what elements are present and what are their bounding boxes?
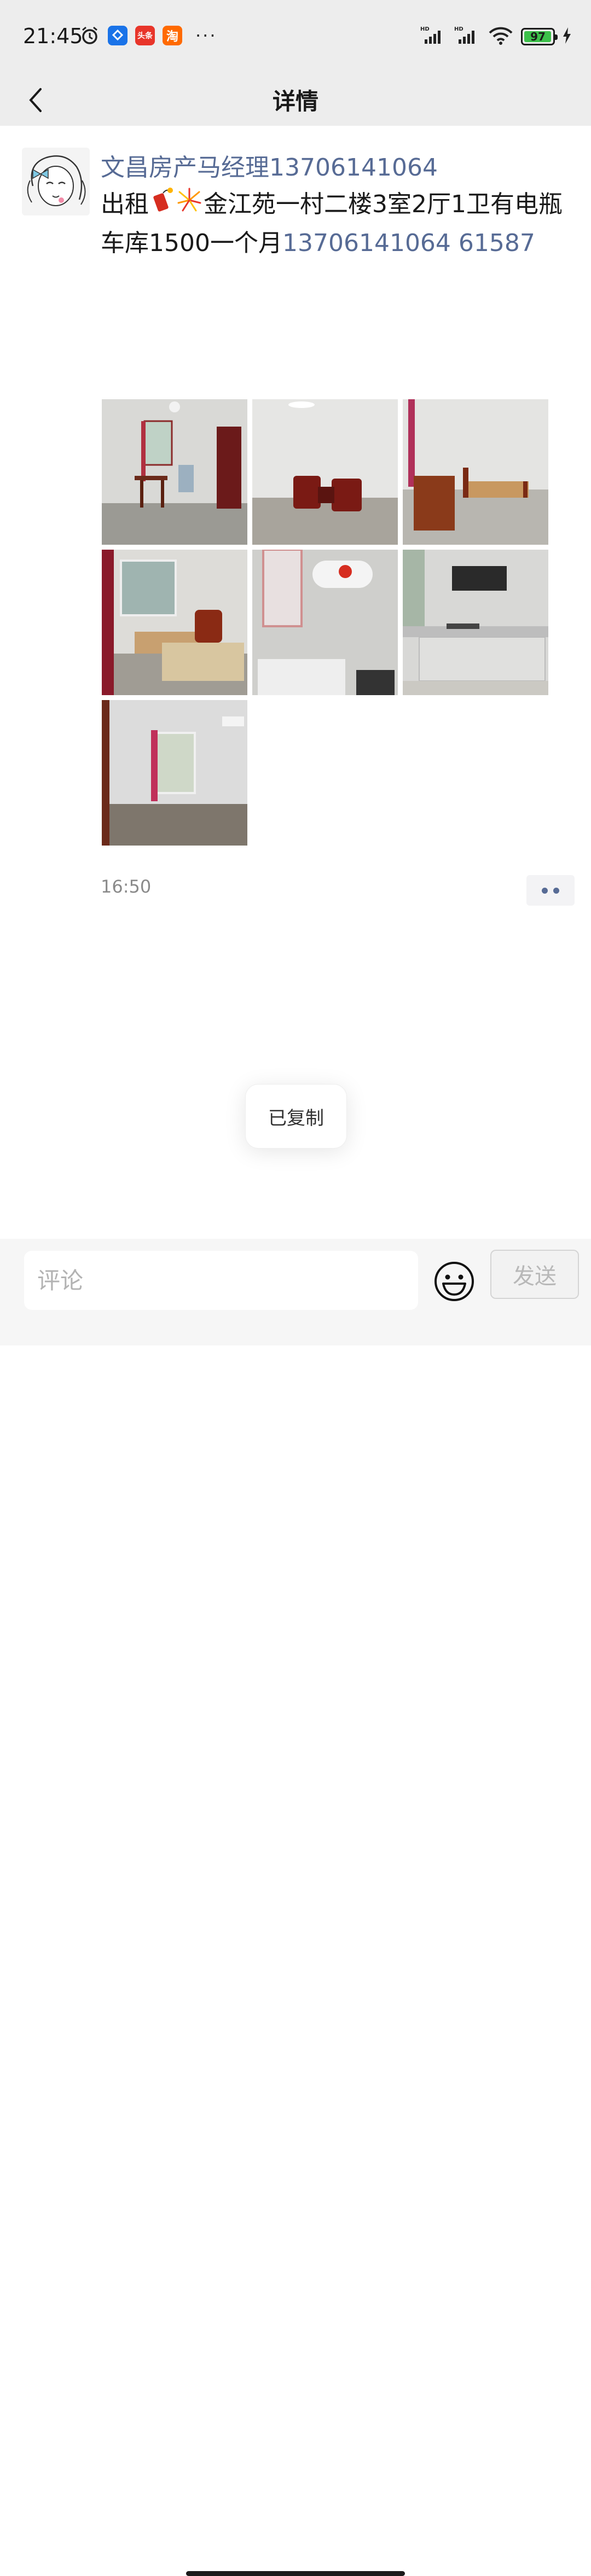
post-content: 出租 金江苑一村二楼3室2厅1卫有电瓶车库1500一个月13706141064 6…: [101, 186, 571, 262]
charging-icon: [563, 27, 571, 46]
phone-number-link[interactable]: 13706141064 61587: [282, 229, 535, 257]
home-indicator[interactable]: [186, 2571, 405, 2576]
chevron-left-icon: [29, 88, 42, 112]
taobao-app-icon: 淘: [163, 26, 182, 45]
empty-room-photo[interactable]: [102, 700, 247, 846]
back-button[interactable]: [16, 79, 55, 120]
dot-icon: [553, 887, 559, 894]
app-blue-icon: [108, 26, 128, 45]
svg-text:HD: HD: [420, 26, 430, 32]
author-name-link[interactable]: 文昌房产马经理13706141064: [101, 148, 438, 183]
post-time: 16:50: [101, 876, 152, 897]
status-time: 21:45: [23, 24, 83, 48]
toutiao-app-icon: 头条: [135, 26, 155, 45]
bedroom-two-beds-photo[interactable]: [102, 550, 247, 695]
status-bar: 21:45 头条 淘 ··· HD HD 97: [0, 0, 591, 74]
post-actions-button[interactable]: [526, 875, 575, 906]
comment-input[interactable]: [24, 1251, 418, 1310]
content-prefix: 出租: [101, 190, 149, 218]
firecracker-icon: [150, 187, 174, 225]
send-button[interactable]: 发送: [490, 1250, 579, 1299]
nav-header: 详情: [0, 74, 591, 126]
dot-icon: [542, 887, 548, 894]
status-left-icons: 头条 淘 ···: [79, 25, 217, 46]
alarm-icon: [79, 25, 100, 46]
wifi-icon: [488, 25, 513, 48]
signal-hd-icon: HD: [420, 25, 447, 48]
living-room-photo[interactable]: [102, 399, 247, 545]
comment-bar: 发送: [0, 1239, 591, 2576]
sofa-room-photo[interactable]: [252, 399, 398, 545]
kitchen-photo[interactable]: [403, 550, 548, 695]
emoji-button[interactable]: [433, 1261, 475, 1302]
status-right-icons: HD HD 97: [420, 25, 571, 48]
smiley-icon: [434, 1262, 474, 1301]
battery-level: 97: [530, 30, 546, 43]
svg-text:HD: HD: [454, 26, 463, 32]
page-title: 详情: [272, 88, 318, 115]
avatar-cartoon-girl-icon: [22, 148, 90, 215]
copied-toast: 已复制: [245, 1084, 347, 1149]
avatar[interactable]: [22, 148, 90, 215]
battery-icon: 97: [521, 28, 558, 45]
bedroom-bed-photo[interactable]: [403, 399, 548, 545]
photo-grid: [102, 399, 551, 846]
status-more-icon: ···: [195, 25, 217, 46]
bathroom-photo[interactable]: [252, 550, 398, 695]
signal-hd-icon-2: HD: [454, 25, 480, 48]
fireworks-icon: [176, 187, 202, 225]
